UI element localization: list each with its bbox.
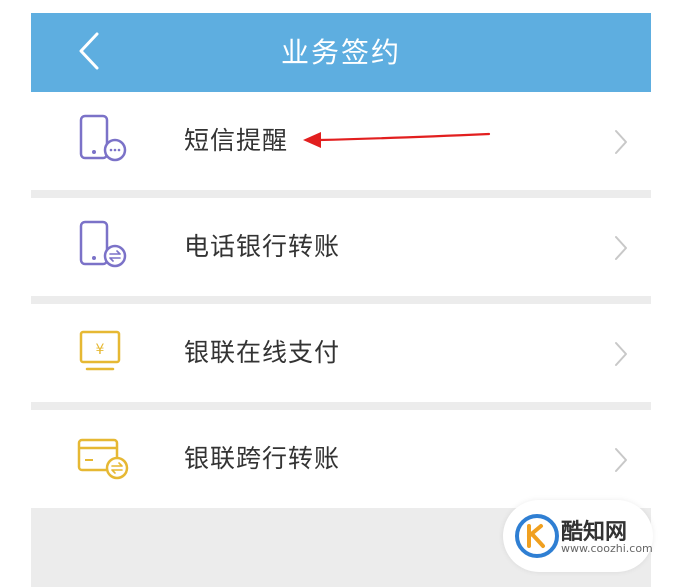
chevron-right-icon <box>615 342 627 366</box>
list-item-label: 短信提醒 <box>184 126 289 155</box>
list-item-label: 银联在线支付 <box>184 338 341 367</box>
annotation-arrow <box>303 132 491 148</box>
phone-sms-icon <box>79 114 127 162</box>
watermark: 酷知网 www.coozhi.com <box>503 500 653 572</box>
chevron-left-icon <box>79 32 99 70</box>
chevron-right-icon <box>615 448 627 472</box>
svg-text:¥: ¥ <box>96 342 105 358</box>
coozhi-logo-icon <box>515 514 559 558</box>
card-transfer-icon <box>77 438 129 480</box>
top-nav-bar: 业务签约 <box>31 13 651 92</box>
watermark-url: www.coozhi.com <box>561 542 653 555</box>
list-item-unionpay-interbank-transfer[interactable]: 银联跨行转账 <box>31 410 651 508</box>
list-item-unionpay-online-payment[interactable]: ¥ 银联在线支付 <box>31 304 651 402</box>
chevron-right-icon <box>615 236 627 260</box>
back-button[interactable] <box>71 29 111 73</box>
list-item-label: 电话银行转账 <box>184 232 341 261</box>
chevron-right-icon <box>615 130 627 154</box>
phone-transfer-icon <box>79 220 127 268</box>
list-item-phone-bank-transfer[interactable]: 电话银行转账 <box>31 198 651 296</box>
yuan-monitor-icon: ¥ <box>79 330 121 371</box>
page-title: 业务签约 <box>280 36 401 69</box>
list-item-label: 银联跨行转账 <box>184 444 341 473</box>
list-item-sms-alert[interactable]: 短信提醒 <box>31 92 651 190</box>
